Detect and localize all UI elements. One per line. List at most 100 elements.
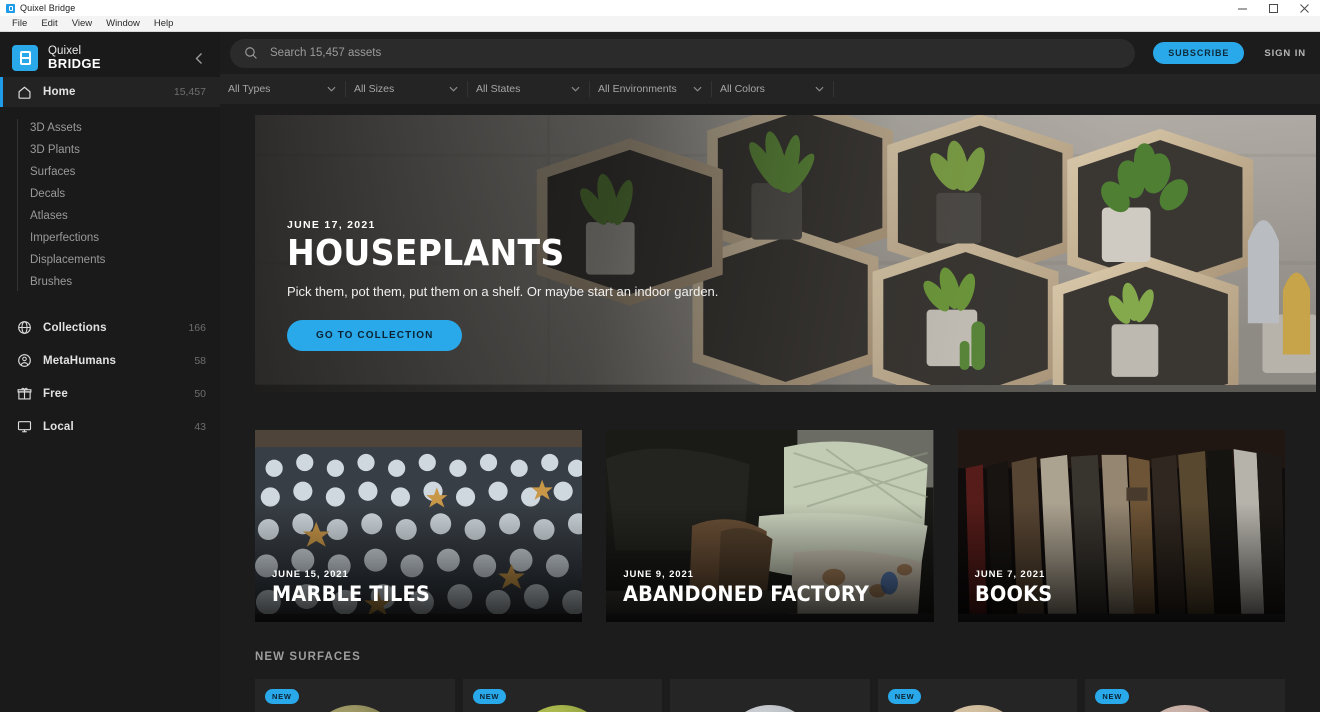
surface-thumb-2[interactable]: NEW	[462, 679, 663, 712]
sidebar-item-home[interactable]: Home 15,457	[0, 77, 220, 107]
sidebar: Quixel BRIDGE Home 15,457 3D Assets 3D P…	[0, 32, 220, 712]
window-title: Quixel Bridge	[20, 3, 76, 13]
sidebar-item-free-count: 50	[194, 387, 206, 400]
sidebar-item-collections-count: 166	[188, 321, 206, 334]
surface-preview	[306, 705, 403, 712]
top-bar: SUBSCRIBE SIGN IN	[220, 32, 1320, 74]
sidebar-item-free[interactable]: Free 50	[0, 377, 220, 410]
surface-thumb-5[interactable]: NEW	[1085, 679, 1285, 712]
surface-preview	[1137, 705, 1234, 712]
close-button[interactable]	[1289, 0, 1320, 16]
new-surfaces-row: NEW NEW NEW NEW	[255, 679, 1285, 712]
card-date: JUNE 9, 2021	[623, 569, 694, 580]
surface-thumb-4[interactable]: NEW	[877, 679, 1078, 712]
sidebar-item-collections-label: Collections	[43, 321, 107, 334]
sidebar-item-local[interactable]: Local 43	[0, 410, 220, 443]
new-badge: NEW	[1095, 689, 1129, 704]
filter-all-states-label: All States	[476, 83, 521, 95]
surface-preview	[929, 705, 1026, 712]
globe-icon	[16, 319, 33, 336]
surface-thumb-1[interactable]: NEW	[255, 679, 455, 712]
chevron-down-icon	[679, 86, 702, 92]
filter-all-types-label: All Types	[228, 83, 271, 95]
restore-button[interactable]	[1258, 0, 1289, 16]
hero-text: JUNE 17, 2021 HOUSEPLANTS Pick them, pot…	[287, 219, 718, 351]
card-title: MARBLE TILES	[272, 582, 431, 606]
hero-title: HOUSEPLANTS	[287, 233, 565, 274]
sidebar-item-local-count: 43	[194, 420, 206, 433]
sidebar-item-imperfections[interactable]: Imperfections	[30, 227, 220, 249]
sidebar-item-3d-assets[interactable]: 3D Assets	[30, 117, 220, 139]
filter-all-sizes-label: All Sizes	[354, 83, 395, 95]
main-area: SUBSCRIBE SIGN IN All Types All Sizes Al…	[220, 32, 1320, 712]
menu-item-view[interactable]: View	[65, 16, 99, 32]
sidebar-item-collections[interactable]: Collections 166	[0, 311, 220, 344]
filter-all-types[interactable]: All Types	[220, 74, 346, 104]
chevron-down-icon	[435, 86, 458, 92]
filter-bar: All Types All Sizes All States All Envir…	[220, 74, 1320, 104]
content-scroll[interactable]: JUNE 17, 2021 HOUSEPLANTS Pick them, pot…	[220, 104, 1320, 712]
filter-all-states[interactable]: All States	[468, 74, 590, 104]
card-text: JUNE 15, 2021 MARBLE TILES	[272, 569, 444, 605]
card-text: JUNE 7, 2021 BOOKS	[975, 569, 1059, 605]
menu-item-edit[interactable]: Edit	[34, 16, 64, 32]
sidebar-item-metahumans-count: 58	[194, 354, 206, 367]
chevron-down-icon	[313, 86, 336, 92]
collection-card-marble-tiles[interactable]: JUNE 15, 2021 MARBLE TILES	[255, 430, 583, 622]
chevron-down-icon	[801, 86, 824, 92]
sign-in-button[interactable]: SIGN IN	[1264, 48, 1306, 59]
new-badge: NEW	[887, 689, 922, 704]
filter-all-environments-label: All Environments	[598, 83, 677, 95]
card-date: JUNE 7, 2021	[974, 569, 1046, 580]
filter-all-environments[interactable]: All Environments	[590, 74, 712, 104]
surface-preview	[514, 705, 611, 712]
sidebar-item-displacements[interactable]: Displacements	[30, 249, 220, 271]
search-box[interactable]	[230, 38, 1136, 68]
filter-all-colors-label: All Colors	[720, 83, 765, 95]
collection-card-abandoned-factory[interactable]: JUNE 9, 2021 ABANDONED FACTORY	[606, 430, 934, 622]
chevron-left-icon[interactable]	[190, 49, 208, 67]
sidebar-item-home-label: Home	[43, 86, 76, 98]
bridge-logo-icon	[12, 45, 38, 71]
app-icon	[6, 3, 15, 13]
menu-item-file[interactable]: File	[5, 16, 34, 32]
filter-all-colors[interactable]: All Colors	[712, 74, 834, 104]
sidebar-item-free-label: Free	[43, 387, 68, 400]
subscribe-button[interactable]: SUBSCRIBE	[1153, 42, 1245, 64]
collection-card-books[interactable]: JUNE 7, 2021 BOOKS	[957, 430, 1285, 622]
filter-all-sizes[interactable]: All Sizes	[346, 74, 468, 104]
hero-banner[interactable]: JUNE 17, 2021 HOUSEPLANTS Pick them, pot…	[255, 115, 1316, 392]
menu-item-window[interactable]: Window	[99, 16, 147, 32]
card-text: JUNE 9, 2021 ABANDONED FACTORY	[623, 569, 890, 605]
card-title: ABANDONED FACTORY	[623, 582, 870, 606]
sidebar-item-surfaces[interactable]: Surfaces	[30, 161, 220, 183]
menu-bar: File Edit View Window Help	[0, 16, 1320, 32]
sidebar-item-home-count: 15,457	[173, 86, 206, 98]
person-circle-icon	[16, 352, 33, 369]
sidebar-item-local-label: Local	[43, 420, 74, 433]
sidebar-item-decals[interactable]: Decals	[30, 183, 220, 205]
card-title: BOOKS	[974, 582, 1053, 606]
sidebar-item-metahumans[interactable]: MetaHumans 58	[0, 344, 220, 377]
sidebar-subnav: 3D Assets 3D Plants Surfaces Decals Atla…	[0, 117, 220, 293]
new-badge: NEW	[472, 689, 507, 704]
chevron-down-icon	[557, 86, 580, 92]
home-icon	[16, 84, 33, 101]
sidebar-item-3d-plants[interactable]: 3D Plants	[30, 139, 220, 161]
search-icon	[244, 46, 258, 60]
sidebar-item-brushes[interactable]: Brushes	[30, 271, 220, 293]
sidebar-item-metahumans-label: MetaHumans	[43, 354, 117, 367]
hero-date: JUNE 17, 2021	[287, 219, 376, 231]
sidebar-groups: Collections 166 MetaHumans 58 Free 50 Lo…	[0, 311, 220, 443]
brand-line-2: BRIDGE	[48, 56, 101, 72]
minimize-button[interactable]	[1227, 0, 1258, 16]
go-to-collection-button[interactable]: GO TO COLLECTION	[287, 320, 463, 351]
sidebar-item-atlases[interactable]: Atlases	[30, 205, 220, 227]
new-surfaces-heading: NEW SURFACES	[255, 651, 361, 663]
surface-thumb-3[interactable]	[670, 679, 870, 712]
app-shell: Quixel BRIDGE Home 15,457 3D Assets 3D P…	[0, 32, 1320, 712]
new-badge: NEW	[265, 689, 299, 704]
menu-item-help[interactable]: Help	[147, 16, 181, 32]
search-input[interactable]	[270, 47, 1122, 59]
collection-card-row: JUNE 15, 2021 MARBLE TILES JUNE 9, 2021 …	[255, 430, 1285, 622]
